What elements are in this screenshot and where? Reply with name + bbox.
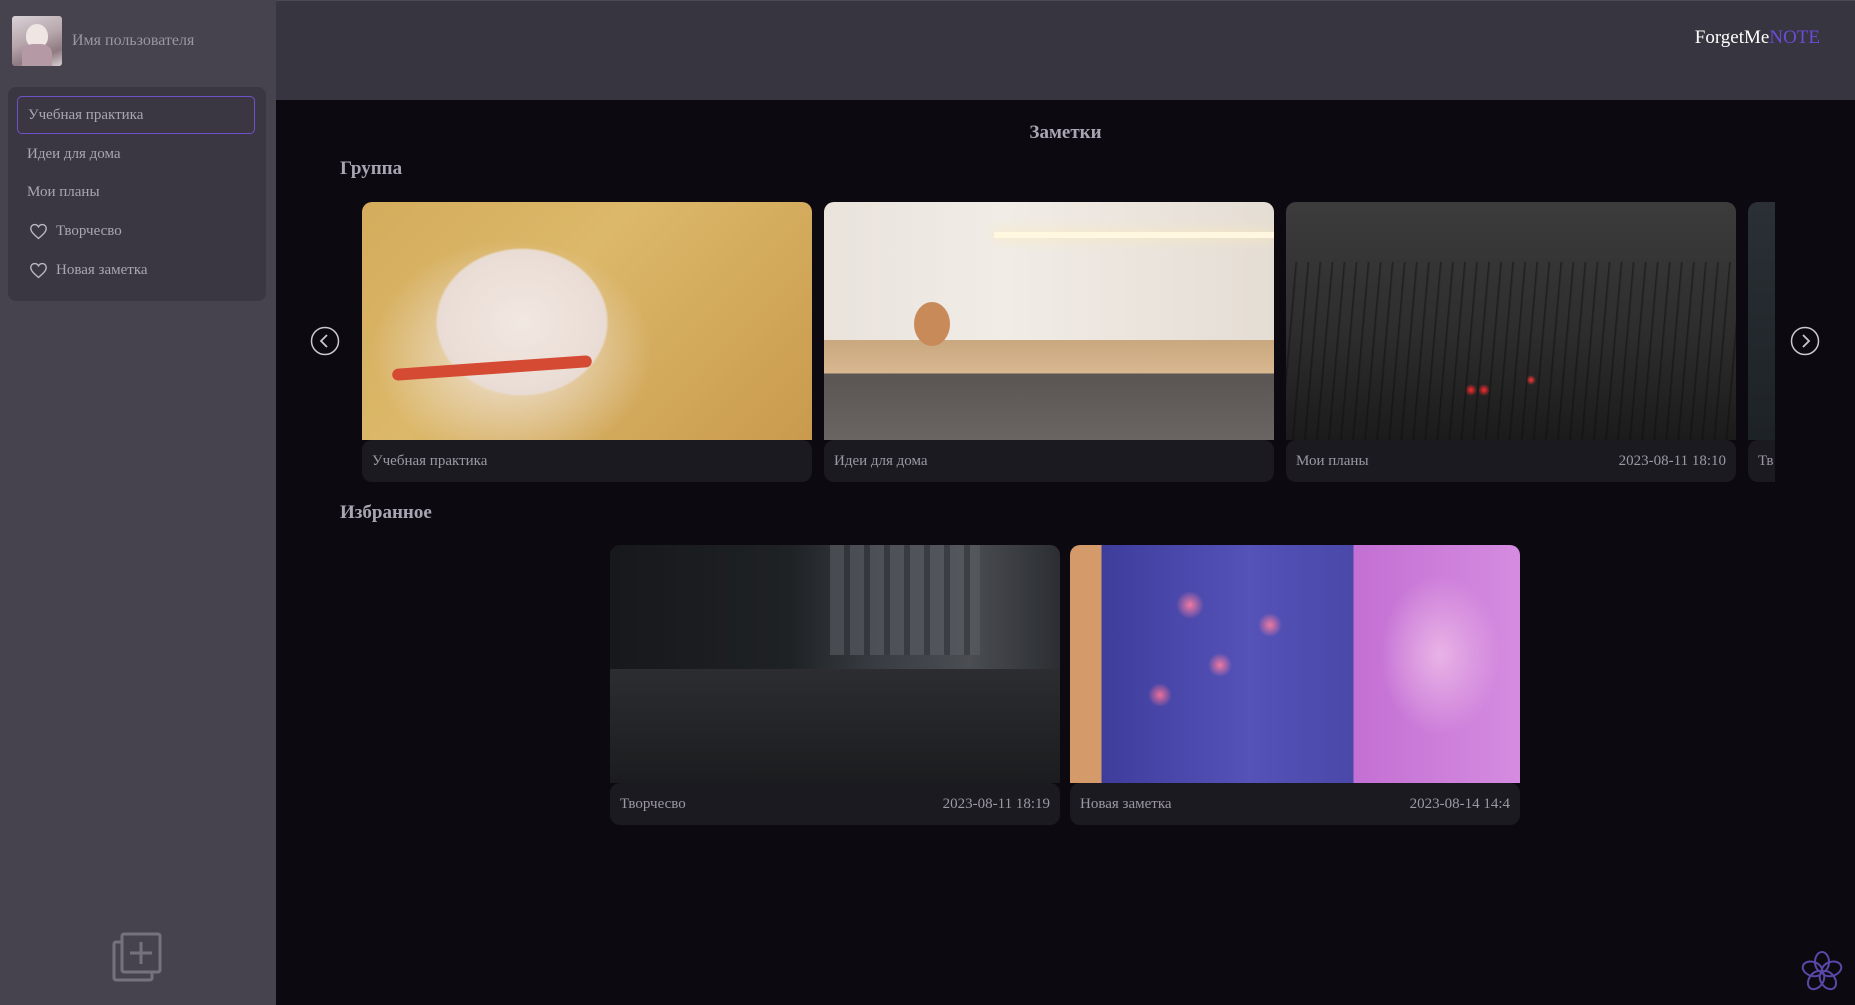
user-profile[interactable]: Имя пользователя: [12, 16, 194, 66]
note-card-caption: Учебная практика: [362, 440, 812, 482]
note-card-title: Учебная практика: [372, 452, 488, 469]
sidebar-item-moi-plany[interactable]: Мои планы: [17, 173, 255, 211]
brand-logo[interactable]: ForgetMeNOTE: [1695, 27, 1820, 49]
group-carousel[interactable]: Учебная практика Идеи для дома Мои планы…: [362, 202, 1775, 482]
add-note-icon[interactable]: [112, 932, 162, 982]
note-card-caption: Мои планы 2023-08-11 18:10: [1286, 440, 1736, 482]
note-card-image: [824, 202, 1274, 440]
note-card-date: 2023-08-11 18:10: [1618, 452, 1726, 469]
favorite-note-card[interactable]: Новая заметка 2023-08-14 14:4: [1070, 545, 1520, 825]
note-card-date: 2023-08-14 14:4: [1409, 795, 1510, 812]
group-section-title: Группа: [340, 158, 403, 179]
note-card-caption: Творчесво 2023-08-11 18:19: [610, 783, 1060, 825]
favorites-section-title: Избранное: [340, 502, 432, 523]
note-card-date: 2023-08-11 18:19: [942, 795, 1050, 812]
note-card-image: [610, 545, 1060, 783]
note-card-title: Новая заметка: [1080, 795, 1172, 812]
sidebar: Имя пользователя Учебная практика Идеи д…: [0, 0, 276, 1005]
note-card[interactable]: Идеи для дома: [824, 202, 1274, 482]
note-card-image: [362, 202, 812, 440]
note-card-title: Творчесво: [620, 795, 686, 812]
user-name: Имя пользователя: [72, 32, 195, 49]
brand-accent: NOTE: [1769, 27, 1820, 48]
favorites-row: Творчесво 2023-08-11 18:19 Новая заметка…: [610, 545, 1520, 825]
note-card-caption: Тв: [1748, 440, 1775, 482]
sidebar-item-idei-dlya-doma[interactable]: Идеи для дома: [17, 135, 255, 173]
brand-main: ForgetMe: [1694, 27, 1770, 48]
carousel-next-button[interactable]: [1790, 326, 1820, 356]
notes-nav: Учебная практика Идеи для дома Мои планы…: [8, 87, 266, 301]
note-card[interactable]: Учебная практика: [362, 202, 812, 482]
heart-icon[interactable]: [29, 223, 48, 240]
note-card-title: Мои планы: [1296, 452, 1369, 469]
note-card-title: Идеи для дома: [834, 452, 928, 469]
page-title: Заметки: [1029, 122, 1102, 143]
sidebar-item-novaya-zametka[interactable]: Новая заметка: [17, 251, 255, 289]
sidebar-item-label: Учебная практика: [28, 106, 144, 123]
sidebar-item-label: Мои планы: [27, 183, 100, 200]
note-card[interactable]: Мои планы 2023-08-11 18:10: [1286, 202, 1736, 482]
main-content: Заметки Группа Учебная практика Идеи для…: [276, 100, 1855, 1005]
sidebar-item-label: Идеи для дома: [27, 145, 121, 162]
note-card-image: [1748, 202, 1775, 440]
note-card-image: [1070, 545, 1520, 783]
carousel-prev-button[interactable]: [310, 326, 340, 356]
app: Имя пользователя Учебная практика Идеи д…: [0, 0, 1855, 1005]
sidebar-item-uchebnaya-praktika[interactable]: Учебная практика: [17, 96, 255, 134]
heart-icon[interactable]: [29, 262, 48, 279]
flower-logo-icon: [1801, 951, 1843, 991]
avatar[interactable]: [12, 16, 62, 66]
note-card-image: [1286, 202, 1736, 442]
favorite-note-card[interactable]: Творчесво 2023-08-11 18:19: [610, 545, 1060, 825]
sidebar-item-tvorchesvo[interactable]: Творчесво: [17, 212, 255, 250]
note-card-title: Тв: [1758, 452, 1774, 469]
sidebar-item-label: Творчесво: [56, 222, 122, 239]
sidebar-item-label: Новая заметка: [56, 261, 148, 278]
note-card-caption: Новая заметка 2023-08-14 14:4: [1070, 783, 1520, 825]
header: ForgetMeNOTE: [276, 0, 1855, 100]
note-card-caption: Идеи для дома: [824, 440, 1274, 482]
note-card[interactable]: Тв: [1748, 202, 1775, 482]
